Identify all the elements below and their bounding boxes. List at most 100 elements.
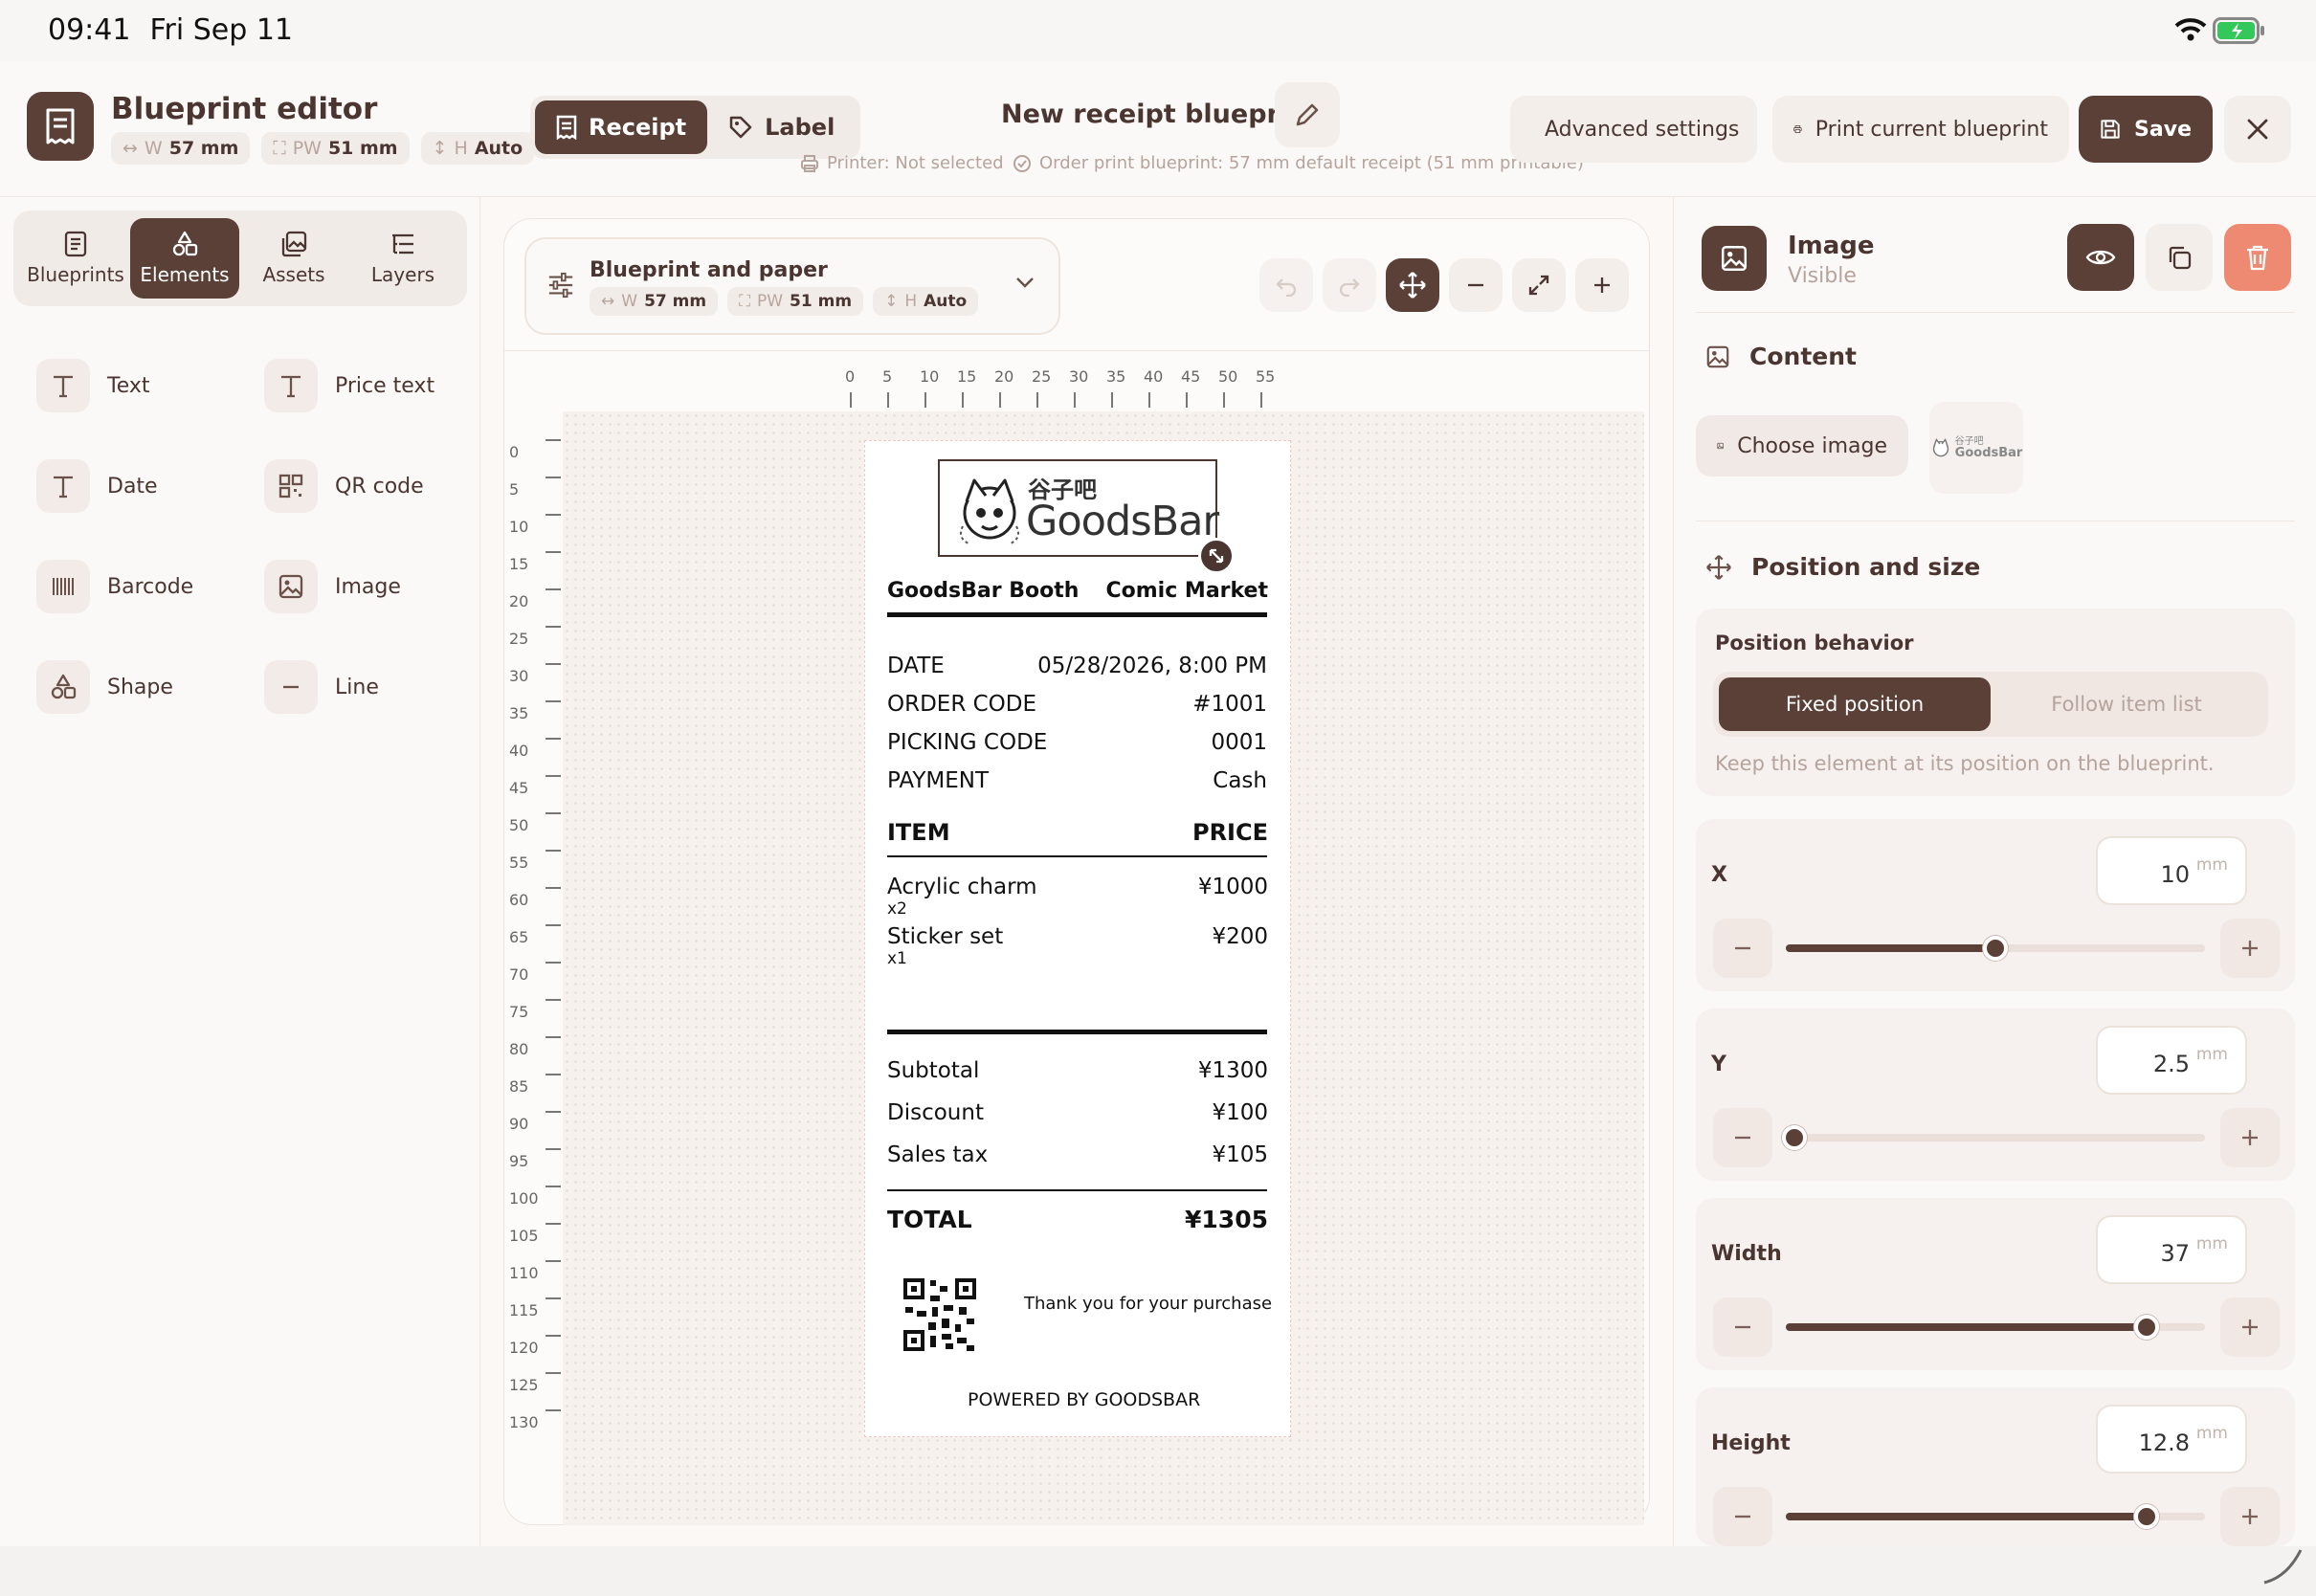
- editor-title: Blueprint editor: [111, 92, 378, 126]
- ruler-tick: [1111, 392, 1113, 408]
- meta-row: PICKING CODE 0001: [887, 730, 1267, 755]
- field-value-input[interactable]: 10 mm: [2096, 836, 2247, 905]
- tab-blueprints[interactable]: Blueprints: [21, 218, 130, 299]
- ruler-tick: [546, 1223, 561, 1225]
- ruler-tick: [546, 924, 561, 926]
- fit-to-screen-button[interactable]: [1512, 258, 1566, 312]
- ruler-tick-label: 40: [509, 742, 529, 760]
- pencil-hover-icon: [2259, 1539, 2306, 1586]
- field-slider[interactable]: [1786, 1315, 2205, 1340]
- ruler-tick-label: 5: [882, 367, 893, 386]
- ruler-tick-label: 25: [509, 630, 529, 648]
- redo-button[interactable]: [1323, 258, 1376, 312]
- field-slider[interactable]: [1786, 936, 2205, 961]
- ruler-tick: [546, 588, 561, 590]
- zoom-in-button[interactable]: [1575, 258, 1629, 312]
- ruler-tick: [1260, 392, 1262, 408]
- ruler-tick-label: 120: [509, 1339, 539, 1357]
- zoom-out-button[interactable]: [1449, 258, 1503, 312]
- ruler-tick: [850, 392, 852, 408]
- item-qty: x2: [887, 899, 907, 919]
- paper-chips: ↔ W 57 mm ⛶ PW 51 mm ↕ H Auto: [111, 132, 535, 165]
- save-button[interactable]: Save: [2079, 96, 2213, 163]
- close-button[interactable]: [2224, 96, 2291, 163]
- ruler-tick-label: 105: [509, 1227, 539, 1245]
- mode-label-button[interactable]: Label: [707, 100, 856, 154]
- ruler-tick: [1074, 392, 1076, 408]
- increment-button[interactable]: [2220, 1487, 2280, 1546]
- field-value-input[interactable]: 37 mm: [2096, 1215, 2247, 1284]
- element-barcode[interactable]: Barcode: [36, 553, 237, 620]
- ruler-tick: [546, 1297, 561, 1299]
- field-value-input[interactable]: 2.5 mm: [2096, 1026, 2247, 1095]
- printer-icon: [1793, 125, 1802, 133]
- element-qr-code[interactable]: QR code: [264, 453, 465, 520]
- item-price: ¥200: [1212, 924, 1268, 949]
- print-blueprint-button[interactable]: Print current blueprint: [1772, 96, 2069, 163]
- increment-button[interactable]: [2220, 1108, 2280, 1167]
- ruler-tick-label: 70: [509, 965, 529, 984]
- slider-thumb[interactable]: [2133, 1315, 2159, 1340]
- element-shape[interactable]: Shape: [36, 654, 237, 720]
- tab-elements[interactable]: Elements: [130, 218, 239, 299]
- ruler-tick: [546, 850, 561, 852]
- ruler-tick: [962, 392, 964, 408]
- ruler-tick-label: 100: [509, 1189, 539, 1208]
- fixed-position-option[interactable]: Fixed position: [1719, 677, 1991, 731]
- position-behavior-card: Position behavior Fixed position Follow …: [1696, 609, 2295, 796]
- element-image[interactable]: Image: [264, 553, 465, 620]
- slider-thumb[interactable]: [2133, 1504, 2159, 1529]
- field-slider[interactable]: [1786, 1504, 2205, 1529]
- ruler-tick-label: 40: [1144, 367, 1164, 386]
- plus-icon: [2242, 1130, 2258, 1145]
- field-unit: mm: [2195, 1424, 2228, 1443]
- decrement-button[interactable]: [1713, 1297, 1772, 1357]
- position-behavior-label: Position behavior: [1715, 632, 1914, 654]
- element-price-text[interactable]: Price text: [264, 352, 465, 419]
- ruler-tick-label: 15: [957, 367, 977, 386]
- element-date[interactable]: Date: [36, 453, 237, 520]
- status-bar: 09:41 Fri Sep 11: [0, 0, 2316, 61]
- tab-layers[interactable]: Layers: [348, 218, 457, 299]
- decrement-button[interactable]: [1713, 1108, 1772, 1167]
- image-thumbnail[interactable]: 谷子吧 GoodsBar: [1929, 402, 2023, 494]
- ruler-tick: [546, 775, 561, 777]
- increment-button[interactable]: [2220, 1297, 2280, 1357]
- element-line[interactable]: Line: [264, 654, 465, 720]
- decrement-button[interactable]: [1713, 919, 1772, 978]
- ruler-tick: [1036, 392, 1038, 408]
- tab-assets[interactable]: Assets: [239, 218, 348, 299]
- decrement-button[interactable]: [1713, 1487, 1772, 1546]
- duplicate-button[interactable]: [2146, 224, 2213, 291]
- ruler-tick-label: 5: [509, 480, 520, 499]
- increment-button[interactable]: [2220, 919, 2280, 978]
- field-unit: mm: [2195, 855, 2228, 875]
- sliders-icon: [547, 272, 574, 299]
- ruler-tick-label: 75: [509, 1003, 529, 1021]
- delete-button[interactable]: [2224, 224, 2291, 291]
- slider-thumb[interactable]: [1983, 936, 2008, 961]
- move-tool-button[interactable]: [1386, 258, 1439, 312]
- mascot-icon: [953, 469, 1026, 549]
- bottom-bar: [0, 1546, 2316, 1596]
- ruler-tick: [546, 514, 561, 516]
- choose-image-button[interactable]: Choose image: [1696, 415, 1908, 477]
- field-unit: mm: [2195, 1234, 2228, 1253]
- slider-thumb[interactable]: [1781, 1125, 1807, 1150]
- rename-button[interactable]: [1275, 82, 1340, 147]
- field-value-input[interactable]: 12.8 mm: [2096, 1405, 2247, 1474]
- resize-handle[interactable]: [1198, 538, 1235, 574]
- field-slider[interactable]: [1781, 1125, 2205, 1150]
- ruler-tick-label: 25: [1032, 367, 1052, 386]
- advanced-settings-button[interactable]: Advanced settings: [1510, 96, 1757, 163]
- ruler-tick: [546, 1372, 561, 1374]
- field-value: 2.5: [2152, 1051, 2190, 1077]
- undo-button[interactable]: [1259, 258, 1313, 312]
- follow-item-list-option[interactable]: Follow item list: [1991, 677, 2262, 731]
- printer-status: Printer: Not selected: [800, 153, 1004, 173]
- mode-receipt-button[interactable]: Receipt: [535, 100, 708, 154]
- logo-image-selected[interactable]: 谷子吧 GoodsBar: [938, 459, 1219, 557]
- element-text[interactable]: Text: [36, 352, 237, 419]
- visibility-toggle-button[interactable]: [2067, 224, 2134, 291]
- blueprint-paper-card[interactable]: Blueprint and paper ↔ W 57 mm ⛶ PW 51 mm ↕ H A…: [524, 237, 1060, 335]
